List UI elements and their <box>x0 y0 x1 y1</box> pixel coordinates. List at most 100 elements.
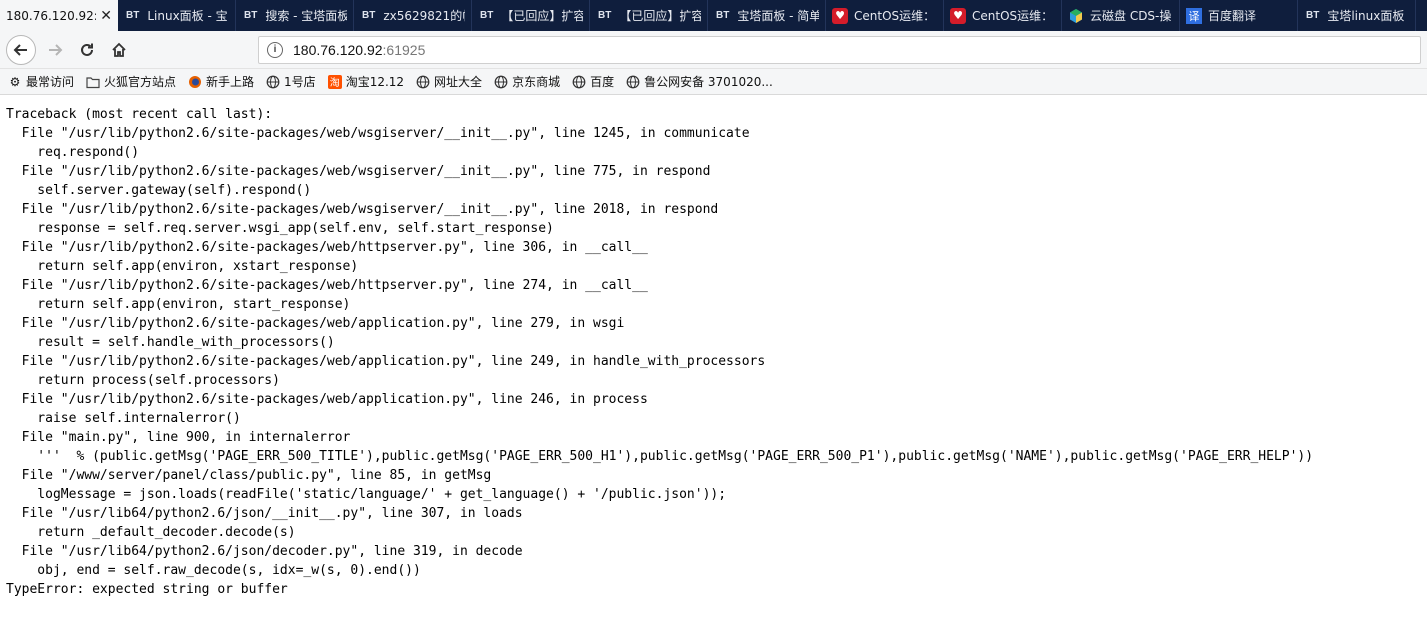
bt-icon: BT <box>126 10 140 21</box>
bookmark-yhd[interactable]: 1号店 <box>266 73 316 90</box>
arrow-left-icon <box>13 43 27 56</box>
tab-6[interactable]: BT 宝塔面板 - 简单 <box>708 0 826 31</box>
arrow-right-icon <box>49 43 63 56</box>
globe-icon <box>494 75 508 88</box>
tab-strip: 180.76.120.92:6 ✕ BT Linux面板 - 宝 BT 搜索 -… <box>0 0 1427 31</box>
url-host: 180.76.120.92 <box>293 41 383 58</box>
trace-line: File "/usr/lib/python2.6/site-packages/w… <box>6 126 750 141</box>
tab-label: 宝塔linux面板 <box>1327 9 1405 23</box>
globe-icon <box>572 75 586 88</box>
trace-line: File "/usr/lib/python2.6/site-packages/w… <box>6 202 719 217</box>
tab-3[interactable]: BT zx5629821的帖 <box>354 0 472 31</box>
tab-label: zx5629821的帖 <box>383 9 465 23</box>
back-button[interactable] <box>6 34 36 65</box>
tab-label: CentOS运维： <box>972 9 1054 23</box>
tab-2[interactable]: BT 搜索 - 宝塔面板 <box>236 0 354 31</box>
bt-icon: BT <box>480 10 494 21</box>
trace-line: File "main.py", line 900, in internalerr… <box>6 430 351 445</box>
trace-line: Traceback (most recent call last): <box>6 107 273 122</box>
traceback-text: Traceback (most recent call last): File … <box>6 105 1421 599</box>
trace-line: logMessage = json.loads(readFile('static… <box>6 487 727 502</box>
globe-icon <box>416 75 430 88</box>
firefox-icon <box>189 75 202 88</box>
trace-line: File "/usr/lib/python2.6/site-packages/w… <box>6 354 766 369</box>
tab-10[interactable]: 译 百度翻译 <box>1180 0 1298 31</box>
url-port: :61925 <box>382 41 426 58</box>
bookmark-label: 京东商城 <box>512 75 561 89</box>
tab-0[interactable]: 180.76.120.92:6 ✕ <box>0 0 118 31</box>
trace-line: File "/usr/lib64/python2.6/json/__init__… <box>6 506 523 521</box>
bt-icon: BT <box>716 10 730 21</box>
bookmark-label: 淘宝12.12 <box>345 75 405 89</box>
trace-line: result = self.handle_with_processors() <box>6 335 335 350</box>
trace-line: File "/usr/lib/python2.6/site-packages/w… <box>6 240 648 255</box>
bookmark-label: 百度 <box>590 75 615 89</box>
bookmark-most-visited[interactable]: ⚙ 最常访问 <box>8 73 74 90</box>
cloud-icon <box>1070 8 1082 23</box>
tab-label: 宝塔面板 - 简单 <box>737 9 819 23</box>
reload-button[interactable] <box>74 37 100 63</box>
trace-line: File "/usr/lib/python2.6/site-packages/w… <box>6 392 648 407</box>
home-button[interactable] <box>106 37 132 63</box>
trace-line: response = self.req.server.wsgi_app(self… <box>6 221 554 236</box>
folder-icon <box>86 76 100 88</box>
trace-line: return _default_decoder.decode(s) <box>6 525 296 540</box>
bookmark-label: 最常访问 <box>26 75 75 89</box>
home-icon <box>112 42 126 57</box>
trace-line: return self.app(environ, xstart_response… <box>6 259 359 274</box>
trace-line: File "/usr/lib/python2.6/site-packages/w… <box>6 316 625 331</box>
globe-icon <box>626 75 640 88</box>
bt-icon: BT <box>1306 10 1320 21</box>
tab-7[interactable]: ♥ CentOS运维： <box>826 0 944 31</box>
trace-line: File "/usr/lib64/python2.6/json/decoder.… <box>6 544 523 559</box>
trace-line: self.server.gateway(self).respond() <box>6 183 312 198</box>
tab-label: 百度翻译 <box>1208 9 1257 23</box>
trace-line: raise self.internalerror() <box>6 411 241 426</box>
bookmark-jd[interactable]: 京东商城 <box>494 73 560 90</box>
bookmark-baidu[interactable]: 百度 <box>572 73 614 90</box>
tab-label: 180.76.120.92:6 <box>6 8 97 23</box>
tab-label: 搜索 - 宝塔面板 <box>265 9 347 23</box>
trace-line: File "/usr/lib/python2.6/site-packages/w… <box>6 278 648 293</box>
trace-line: ''' % (public.getMsg('PAGE_ERR_500_TITLE… <box>6 449 1314 464</box>
bookmark-firefox-site[interactable]: 火狐官方站点 <box>86 73 176 90</box>
tab-1[interactable]: BT Linux面板 - 宝 <box>118 0 236 31</box>
trace-line: return process(self.processors) <box>6 373 280 388</box>
page-content: Traceback (most recent call last): File … <box>0 95 1427 609</box>
close-icon[interactable]: ✕ <box>100 8 112 24</box>
trace-line: obj, end = self.raw_decode(s, idx=_w(s, … <box>6 563 421 578</box>
reload-icon <box>81 43 93 56</box>
bookmark-taobao[interactable]: 淘 淘宝12.12 <box>327 73 405 90</box>
bookmark-hao123[interactable]: 网址大全 <box>416 73 482 90</box>
trace-line: File "/usr/lib/python2.6/site-packages/w… <box>6 164 711 179</box>
bookmark-police-record[interactable]: 鲁公网安备 3701020... <box>626 73 773 90</box>
bt-icon: BT <box>598 10 612 21</box>
bt-icon: BT <box>244 10 258 21</box>
heart-icon: ♥ <box>832 7 848 24</box>
bookmark-getting-started[interactable]: 新手上路 <box>188 73 254 90</box>
bookmark-label: 网址大全 <box>434 75 483 89</box>
info-icon[interactable]: i <box>267 41 283 58</box>
tab-label: CentOS运维： <box>854 9 936 23</box>
url-bar[interactable]: i 180.76.120.92:61925 <box>258 35 1421 64</box>
tab-label: 【已回应】扩容 <box>619 9 701 23</box>
tab-4[interactable]: BT 【已回应】扩容 <box>472 0 590 31</box>
tab-label: 【已回应】扩容 <box>501 9 583 23</box>
trace-line: req.respond() <box>6 145 140 160</box>
error-message: TypeError: expected string or buffer <box>6 582 288 597</box>
tab-11[interactable]: BT 宝塔linux面板 <box>1298 0 1416 31</box>
bookmark-label: 火狐官方站点 <box>104 75 177 89</box>
heart-icon: ♥ <box>950 7 966 24</box>
tab-label: 云磁盘 CDS-操 <box>1090 9 1172 23</box>
bookmark-label: 新手上路 <box>206 75 255 89</box>
navigation-bar: i 180.76.120.92:61925 <box>0 31 1427 69</box>
forward-button[interactable] <box>42 37 68 63</box>
bookmark-label: 鲁公网安备 3701020... <box>644 75 773 89</box>
bookmarks-bar: ⚙ 最常访问 火狐官方站点 新手上路 1号店 淘 淘宝12.12 网址大全 京东… <box>0 69 1427 95</box>
bt-icon: BT <box>362 10 376 21</box>
tab-9[interactable]: 云磁盘 CDS-操 <box>1062 0 1180 31</box>
trace-line: return self.app(environ, start_response) <box>6 297 351 312</box>
tab-8[interactable]: ♥ CentOS运维： <box>944 0 1062 31</box>
tab-5[interactable]: BT 【已回应】扩容 <box>590 0 708 31</box>
tab-label: Linux面板 - 宝 <box>147 9 228 23</box>
